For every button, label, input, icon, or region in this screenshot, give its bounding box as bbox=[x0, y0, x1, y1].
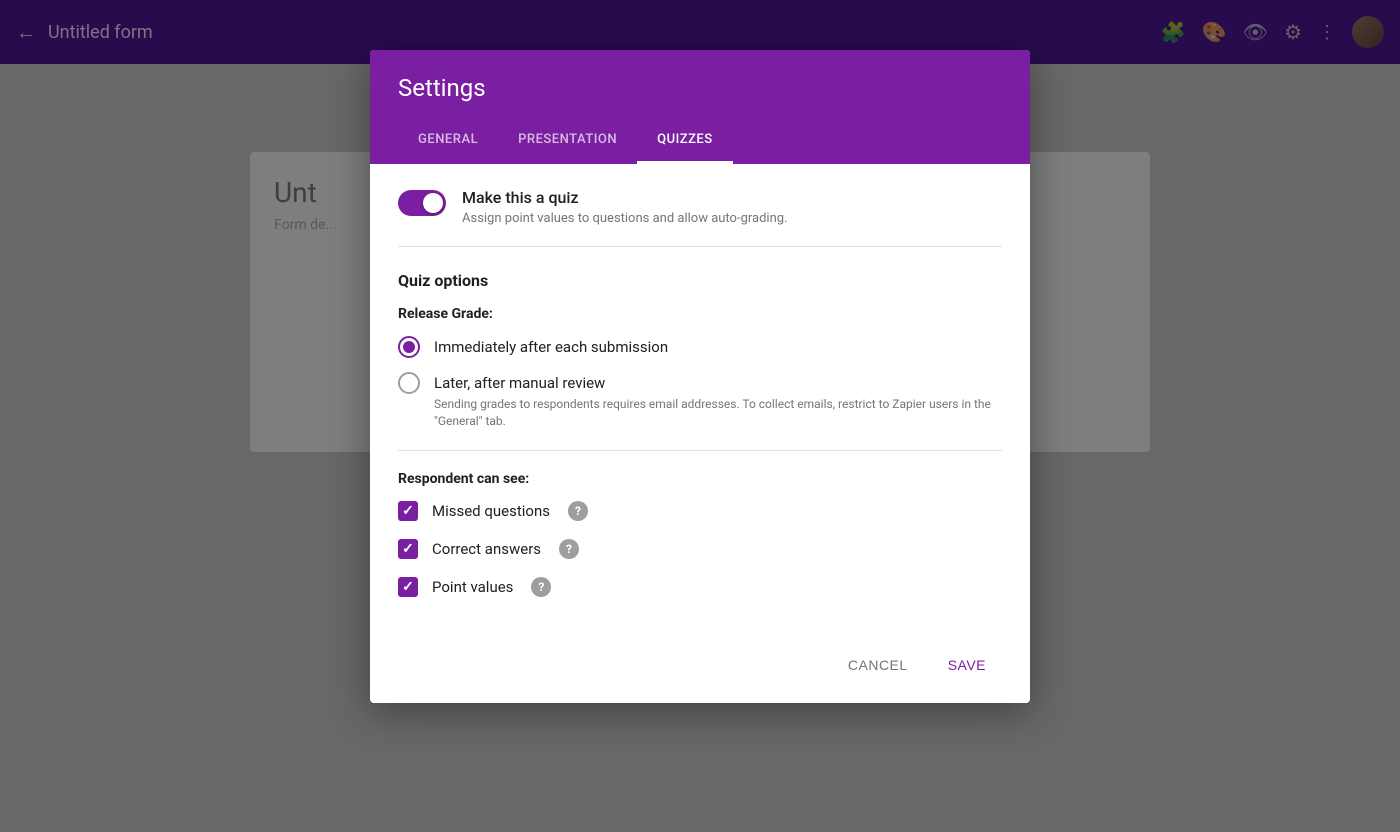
release-grade-label: Release Grade: bbox=[398, 306, 1002, 322]
checkmark-points: ✓ bbox=[402, 579, 414, 595]
toggle-label: Make this a quiz bbox=[462, 188, 788, 207]
checkbox-label-missed: Missed questions bbox=[432, 502, 550, 520]
checkbox-label-correct: Correct answers bbox=[432, 540, 541, 558]
radio-circle-later bbox=[398, 372, 420, 394]
dialog-title: Settings bbox=[398, 50, 1002, 118]
radio-circle-immediately bbox=[398, 336, 420, 358]
radio-immediately[interactable]: Immediately after each submission bbox=[398, 336, 1002, 358]
radio-label-immediately: Immediately after each submission bbox=[434, 336, 1002, 358]
cancel-button[interactable]: CANCEL bbox=[832, 647, 924, 683]
checkbox-label-points: Point values bbox=[432, 578, 513, 596]
tab-general[interactable]: GENERAL bbox=[398, 118, 498, 164]
toggle-thumb bbox=[423, 193, 443, 213]
quiz-options-title: Quiz options bbox=[398, 271, 1002, 290]
checkbox-correct-answers[interactable]: ✓ Correct answers ? bbox=[398, 539, 1002, 559]
checkbox-box-correct: ✓ bbox=[398, 539, 418, 559]
toggle-track bbox=[398, 190, 446, 216]
dialog-header: Settings GENERAL PRESENTATION QUIZZES bbox=[370, 50, 1030, 164]
respondent-label: Respondent can see: bbox=[398, 471, 1002, 487]
radio-text-immediately: Immediately after each submission bbox=[434, 336, 1002, 358]
checkmark-correct: ✓ bbox=[402, 541, 414, 557]
toggle-text: Make this a quiz Assign point values to … bbox=[462, 188, 788, 226]
checkbox-box-points: ✓ bbox=[398, 577, 418, 597]
help-icon-missed[interactable]: ? bbox=[568, 501, 588, 521]
checkbox-missed-questions[interactable]: ✓ Missed questions ? bbox=[398, 501, 1002, 521]
dialog-tabs: GENERAL PRESENTATION QUIZZES bbox=[398, 118, 1002, 164]
checkbox-box-missed: ✓ bbox=[398, 501, 418, 521]
tab-quizzes[interactable]: QUIZZES bbox=[637, 118, 733, 164]
radio-sublabel-later: Sending grades to respondents requires e… bbox=[434, 396, 1002, 430]
help-icon-correct[interactable]: ? bbox=[559, 539, 579, 559]
tab-presentation[interactable]: PRESENTATION bbox=[498, 118, 637, 164]
respondent-section: Respondent can see: ✓ Missed questions ?… bbox=[398, 471, 1002, 597]
help-icon-points[interactable]: ? bbox=[531, 577, 551, 597]
dialog-body: Make this a quiz Assign point values to … bbox=[370, 164, 1030, 631]
quiz-toggle-row[interactable]: Make this a quiz Assign point values to … bbox=[398, 188, 1002, 247]
checkmark-missed: ✓ bbox=[402, 503, 414, 519]
save-button[interactable]: SAVE bbox=[932, 647, 1002, 683]
settings-dialog: Settings GENERAL PRESENTATION QUIZZES Ma… bbox=[370, 50, 1030, 703]
divider bbox=[398, 450, 1002, 451]
toggle-description: Assign point values to questions and all… bbox=[462, 211, 788, 226]
radio-label-later: Later, after manual review bbox=[434, 372, 1002, 394]
checkbox-point-values[interactable]: ✓ Point values ? bbox=[398, 577, 1002, 597]
radio-text-later: Later, after manual review Sending grade… bbox=[434, 372, 1002, 430]
radio-later[interactable]: Later, after manual review Sending grade… bbox=[398, 372, 1002, 430]
quiz-toggle-switch[interactable] bbox=[398, 190, 446, 216]
dialog-footer: CANCEL SAVE bbox=[370, 631, 1030, 703]
